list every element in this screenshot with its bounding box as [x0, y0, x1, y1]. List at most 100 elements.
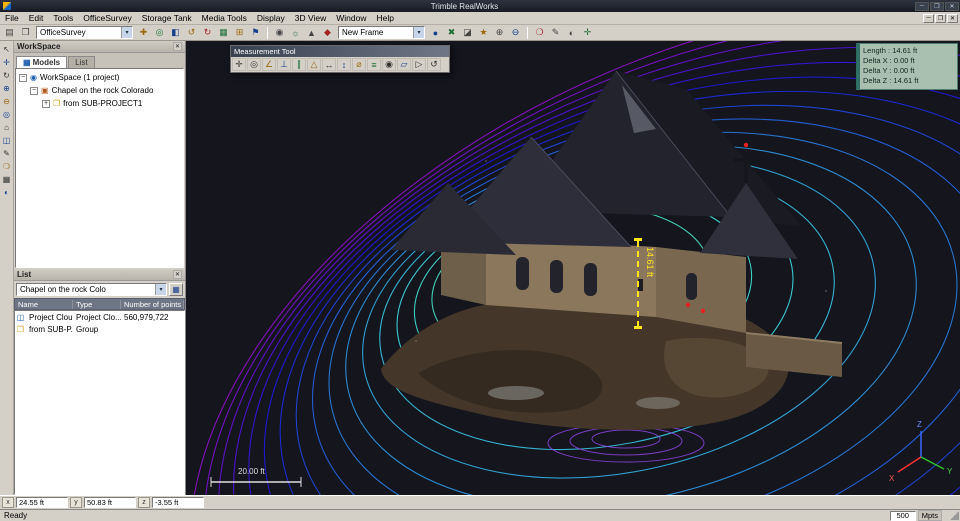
measure-tool-icon[interactable]: △: [307, 58, 321, 71]
toolbar-icon[interactable]: ⊖: [508, 26, 523, 40]
measure-tool-icon[interactable]: ✛: [232, 58, 246, 71]
chevron-down-icon[interactable]: ▾: [121, 27, 132, 38]
toolbar-icon[interactable]: ◉: [272, 26, 287, 40]
close-button[interactable]: ✕: [945, 2, 959, 11]
minimize-button[interactable]: ─: [915, 2, 929, 11]
tree-item-workspace-root[interactable]: − ◉ WorkSpace (1 project): [16, 71, 183, 84]
toolbar-icon[interactable]: ❍: [532, 26, 547, 40]
toolbar-icon[interactable]: ✚: [136, 26, 151, 40]
pan-icon[interactable]: ✛: [1, 56, 13, 68]
survey-mode-combo[interactable]: OfficeSurvey ▾: [36, 26, 133, 39]
toolbar-icon[interactable]: ◎: [152, 26, 167, 40]
tab-list[interactable]: List: [68, 56, 94, 68]
toolbar-icon[interactable]: ▲: [304, 26, 319, 40]
chevron-down-icon[interactable]: ▾: [155, 284, 166, 295]
collapse-icon[interactable]: −: [30, 87, 38, 95]
menu-media-tools[interactable]: Media Tools: [197, 13, 252, 23]
edit-icon[interactable]: ✎: [1, 147, 13, 159]
open-project-icon[interactable]: ❐: [18, 26, 33, 40]
zoom-target-icon[interactable]: ◎: [1, 108, 13, 120]
frame-combo[interactable]: New Frame ▾: [338, 26, 425, 39]
menu-3d-view[interactable]: 3D View: [290, 13, 332, 23]
toolbar-icon[interactable]: ◧: [168, 26, 183, 40]
coord-x-input[interactable]: [16, 497, 68, 508]
menu-officesurvey[interactable]: OfficeSurvey: [78, 13, 137, 23]
toolbar-icon[interactable]: ⊞: [232, 26, 247, 40]
new-project-icon[interactable]: ▤: [2, 26, 17, 40]
tree-project-label[interactable]: Chapel on the rock Colorado: [52, 86, 154, 95]
close-icon[interactable]: ✕: [173, 270, 182, 279]
measure-tool-icon[interactable]: ▷: [412, 58, 426, 71]
toolbar-icon[interactable]: ▦: [216, 26, 231, 40]
toolbar-icon[interactable]: ◆: [320, 26, 335, 40]
shading-icon[interactable]: ◐: [1, 186, 13, 198]
mdi-close-button[interactable]: ✕: [947, 14, 958, 23]
mdi-restore-button[interactable]: ❐: [935, 14, 946, 23]
close-icon[interactable]: ✕: [173, 42, 182, 51]
menu-edit[interactable]: Edit: [24, 13, 49, 23]
expand-icon[interactable]: +: [42, 100, 50, 108]
measure-tool-icon[interactable]: ∥: [292, 58, 306, 71]
viewport-3d[interactable]: 14.61 ft 20.00 ft Z X Y: [186, 41, 960, 495]
menu-window[interactable]: Window: [331, 13, 371, 23]
tree-item-project[interactable]: − ▣ Chapel on the rock Colorado: [16, 84, 183, 97]
toolbar-icon[interactable]: ✖: [444, 26, 459, 40]
tab-models[interactable]: ▦ Models: [16, 56, 67, 68]
toolbar-icon[interactable]: ✎: [548, 26, 563, 40]
measure-tool-icon[interactable]: ▱: [397, 58, 411, 71]
toolbar-icon[interactable]: ⚑: [248, 26, 263, 40]
toolbar-icon[interactable]: ✛: [580, 26, 595, 40]
grid-icon[interactable]: ▦: [1, 173, 13, 185]
toolbar-icon[interactable]: ☼: [288, 26, 303, 40]
list-options-button[interactable]: ▦: [169, 283, 183, 296]
table-row[interactable]: ❒ from SUB-P... Group: [15, 323, 184, 335]
rotate-icon[interactable]: ↻: [1, 69, 13, 81]
point-budget-input[interactable]: 500: [890, 511, 916, 521]
column-type[interactable]: Type: [73, 300, 121, 309]
measure-tool-icon[interactable]: ↔: [322, 58, 336, 71]
measure-tool-icon[interactable]: ∠: [262, 58, 276, 71]
tree-root-label[interactable]: WorkSpace (1 project): [40, 73, 119, 82]
tree-item-subproject[interactable]: + ❒ from SUB-PROJECT1: [16, 97, 183, 110]
menu-help[interactable]: Help: [371, 13, 398, 23]
toolbar-icon[interactable]: ⊕: [492, 26, 507, 40]
mdi-minimize-button[interactable]: ─: [923, 14, 934, 23]
menu-file[interactable]: File: [0, 13, 24, 23]
select-icon[interactable]: ↖: [1, 43, 13, 55]
tree-subproject-label[interactable]: from SUB-PROJECT1: [63, 99, 142, 108]
menu-display[interactable]: Display: [252, 13, 290, 23]
collapse-icon[interactable]: −: [19, 74, 27, 82]
views-icon[interactable]: ◫: [1, 134, 13, 146]
measure-tool-icon[interactable]: ⊥: [277, 58, 291, 71]
maximize-button[interactable]: ❐: [930, 2, 944, 11]
examine-icon[interactable]: ❍: [1, 160, 13, 172]
table-row[interactable]: ◫ Project Cloud Project Clo... 560,979,7…: [15, 311, 184, 323]
measure-tool-icon[interactable]: ◎: [247, 58, 261, 71]
measure-tool-icon[interactable]: ↺: [427, 58, 441, 71]
toolbar-icon[interactable]: ↺: [184, 26, 199, 40]
toolbar-icon[interactable]: ◐: [564, 26, 579, 40]
measure-tool-icon[interactable]: ◉: [382, 58, 396, 71]
toolbar-icon[interactable]: ★: [476, 26, 491, 40]
measure-tool-icon[interactable]: ⌀: [352, 58, 366, 71]
chevron-down-icon[interactable]: ▾: [413, 27, 424, 38]
toolbar-icon[interactable]: ◪: [460, 26, 475, 40]
home-view-icon[interactable]: ⌂: [1, 121, 13, 133]
zoom-in-icon[interactable]: ⊕: [1, 82, 13, 94]
measurement-tool-titlebar[interactable]: Measurement Tool: [231, 46, 449, 57]
menu-tools[interactable]: Tools: [48, 13, 78, 23]
column-name[interactable]: Name: [15, 300, 73, 309]
list-scope-combo[interactable]: Chapel on the rock Colo ▾: [16, 283, 167, 296]
resize-grip[interactable]: [950, 511, 959, 520]
menu-storage-tank[interactable]: Storage Tank: [137, 13, 197, 23]
measure-tool-icon[interactable]: ↕: [337, 58, 351, 71]
toolbar-icon[interactable]: ↻: [200, 26, 215, 40]
measurement-tool-panel[interactable]: Measurement Tool ✛ ◎ ∠ ⊥ ∥ △ ↔ ↕ ⌀ ≡ ◉ ▱…: [230, 45, 450, 73]
toolbar-icon[interactable]: ●: [428, 26, 443, 40]
zoom-out-icon[interactable]: ⊖: [1, 95, 13, 107]
coord-y-input[interactable]: [84, 497, 136, 508]
models-tab-icon: ▦: [23, 58, 31, 67]
coord-z-input[interactable]: [152, 497, 204, 508]
column-points[interactable]: Number of points: [121, 300, 184, 309]
measure-tool-icon[interactable]: ≡: [367, 58, 381, 71]
